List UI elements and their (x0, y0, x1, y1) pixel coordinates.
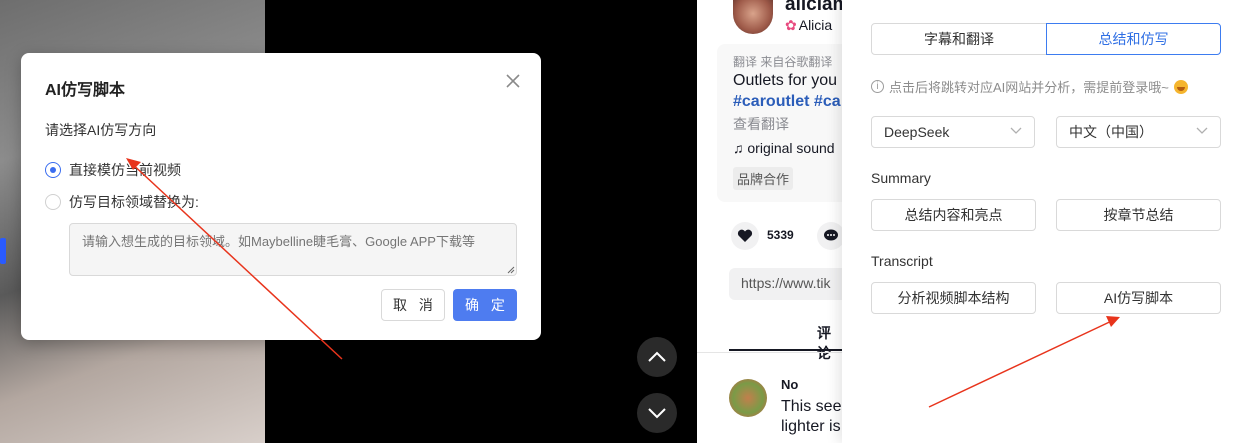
like-button[interactable] (731, 222, 759, 250)
tab-comments[interactable]: 评论 (817, 323, 842, 363)
brand-partnership-tag: 品牌合作 (733, 167, 794, 190)
ai-rewrite-modal: AI仿写脚本 请选择AI仿写方向 直接模仿当前视频 仿写目标领域替换为: 取 消… (21, 53, 541, 340)
music-note-icon: ♫ (733, 140, 744, 156)
language-select[interactable]: 中文（中国） (1056, 116, 1221, 148)
author-username[interactable]: aliciam (785, 0, 842, 16)
divider (697, 352, 842, 353)
option-replace-target-domain[interactable]: 仿写目标领域替换为: (45, 192, 199, 212)
ai-rewrite-script-button[interactable]: AI仿写脚本 (1056, 282, 1221, 314)
summary-section-label: Summary (871, 170, 931, 186)
tab-subtitles-translation[interactable]: 字幕和翻译 (871, 23, 1047, 55)
chevron-down-icon (648, 408, 666, 419)
tab-summary-rewrite[interactable]: 总结和仿写 (1046, 23, 1221, 55)
cancel-button[interactable]: 取 消 (381, 289, 445, 321)
sound-link[interactable]: ♫ original sound (733, 140, 835, 156)
ai-model-select[interactable]: DeepSeek (871, 116, 1035, 148)
previous-video-button[interactable] (637, 337, 677, 377)
author-avatar[interactable] (733, 0, 773, 34)
chevron-up-icon (648, 351, 666, 362)
see-translation-link[interactable]: 查看翻译 (733, 114, 789, 134)
comment-text: lighter is (781, 418, 841, 435)
chevron-down-icon (1010, 127, 1022, 134)
analyze-script-structure-button[interactable]: 分析视频脚本结构 (871, 282, 1036, 314)
commenter-avatar[interactable] (729, 379, 767, 417)
option-imitate-current-video[interactable]: 直接模仿当前视频 (45, 160, 181, 180)
transcript-section-label: Transcript (871, 253, 933, 269)
option-label: 仿写目标领域替换为: (69, 194, 199, 210)
modal-subtitle: 请选择AI仿写方向 (45, 122, 157, 138)
video-url-field[interactable]: https://www.tik (729, 268, 842, 300)
video-info-panel: aliciam ✿ Alicia 翻译 来自谷歌翻译 Outlets for yo… (697, 0, 842, 443)
hashtags[interactable]: #caroutlet #ca (733, 93, 841, 111)
smile-emoji-icon (1173, 79, 1188, 94)
chevron-down-icon (1196, 127, 1208, 134)
chapter-summary-button[interactable]: 按章节总结 (1056, 199, 1221, 231)
active-tab-indicator (729, 349, 842, 351)
option-label: 直接模仿当前视频 (69, 162, 181, 178)
close-icon (506, 74, 520, 88)
modal-title: AI仿写脚本 (45, 82, 126, 99)
video-light (0, 238, 6, 264)
next-video-button[interactable] (637, 393, 677, 433)
resize-grip-icon[interactable] (507, 266, 515, 274)
target-domain-textarea[interactable] (69, 223, 517, 276)
commenter-name[interactable]: No (781, 377, 798, 392)
extension-panel: 字幕和翻译 总结和仿写 i 点击后将跳转对应AI网站并分析，需提前登录哦~ De… (842, 0, 1241, 443)
confirm-button[interactable]: 确 定 (453, 289, 517, 321)
radio-button[interactable] (45, 162, 61, 178)
comment-text: This see (781, 398, 842, 415)
login-hint: i 点击后将跳转对应AI网站并分析，需提前登录哦~ (871, 77, 1188, 96)
radio-button[interactable] (45, 194, 61, 210)
info-icon: i (871, 80, 884, 93)
comment-icon (824, 229, 838, 241)
like-count: 5339 (767, 228, 794, 242)
heart-icon (737, 229, 753, 242)
author-nickname: ✿ Alicia (785, 17, 833, 33)
comment-button[interactable] (817, 222, 842, 250)
summarize-highlights-button[interactable]: 总结内容和亮点 (871, 199, 1036, 231)
video-description: Outlets for you (733, 72, 838, 89)
flower-icon: ✿ (785, 17, 797, 33)
translate-source: 翻译 来自谷歌翻译 (733, 55, 833, 69)
close-button[interactable] (503, 71, 523, 91)
